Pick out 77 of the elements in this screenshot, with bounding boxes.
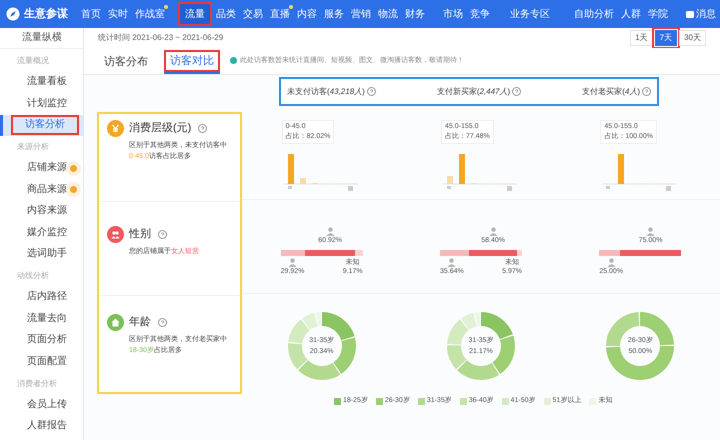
segment-label: 支付老买家(4人)	[582, 86, 640, 98]
sidebar-item[interactable]: 人群报告	[27, 418, 67, 434]
tab[interactable]: 访客分布	[98, 50, 154, 74]
period-button[interactable]: 1天	[630, 30, 653, 46]
tab[interactable]: 访客对比	[164, 50, 220, 74]
sidebar-item[interactable]: 会员上传	[27, 396, 67, 413]
sidebar-item[interactable]: 访客分析	[13, 117, 77, 134]
donut-chart-drawing	[286, 311, 357, 381]
nav-tab[interactable]: 人群	[618, 2, 644, 26]
help-icon	[512, 87, 522, 96]
nav-tab[interactable]: 物流	[375, 2, 401, 26]
info-icon	[230, 57, 237, 64]
donut-chart-drawing	[446, 311, 516, 381]
nav-tab[interactable]: 竞争	[467, 2, 493, 26]
unknown-segment	[355, 250, 363, 256]
nav-tab[interactable]: 作战室	[132, 2, 168, 26]
period-button[interactable]: 7天	[654, 30, 678, 46]
section-label: 消费者分析	[16, 378, 58, 390]
sidebar-item[interactable]: 页面分析	[27, 332, 67, 348]
nav-tab[interactable]: 市场	[440, 2, 466, 26]
nav-tab[interactable]: 直播	[267, 2, 293, 26]
nav-tab[interactable]: 自助分析	[571, 2, 617, 26]
date-range: 统计时间 2021-06-23 ~ 2021-06-29	[98, 32, 224, 44]
section-label: 动线分析	[16, 270, 50, 282]
help-icon	[158, 318, 167, 327]
male-icon	[447, 258, 456, 266]
section-label: 来源分析	[16, 141, 50, 153]
nav-tab[interactable]: 内容	[294, 2, 320, 26]
female-icon	[646, 226, 656, 236]
compass-icon	[6, 7, 20, 21]
sidebar-title: 流量纵横	[21, 30, 63, 45]
segment-label: 未支付访客(43,218人)	[287, 86, 365, 98]
nav-tab[interactable]: 学院	[645, 2, 671, 26]
nav-tab[interactable]: 业务专区	[507, 2, 553, 26]
sidebar-item[interactable]: 内容来源	[27, 203, 67, 220]
male-segment	[440, 250, 470, 256]
nav-tab[interactable]: 营销	[348, 2, 374, 26]
app-title: 生意参谋	[24, 6, 69, 22]
sidebar-item[interactable]: 页面配置	[27, 354, 67, 370]
dimension-title: 消费层级(元)	[129, 121, 192, 136]
sidebar-item[interactable]: 流量去向	[27, 310, 67, 327]
sidebar-item[interactable]: 媒介监控	[27, 224, 67, 241]
female-icon	[326, 226, 335, 236]
sidebar-item[interactable]: 计划监控	[27, 96, 67, 112]
nav-tab[interactable]: 实时	[105, 2, 131, 26]
nav-tab[interactable]: 首页	[78, 2, 104, 26]
help-icon	[642, 87, 651, 96]
sidebar-item[interactable]: 商品来源	[27, 182, 67, 198]
segment-label: 支付新买家(2,447人)	[436, 86, 510, 98]
male-icon	[606, 258, 616, 266]
female-icon	[488, 226, 498, 236]
period-button[interactable]: 30天	[679, 30, 706, 46]
male-segment	[599, 250, 620, 256]
messages-button[interactable]: 消息	[686, 4, 716, 24]
sidebar-item[interactable]: 店铺来源	[27, 160, 67, 176]
nav-tab[interactable]: 流量	[178, 2, 212, 26]
male-icon	[288, 258, 298, 266]
dimension-title: 性别	[129, 227, 151, 242]
nav-tab[interactable]: 服务	[321, 2, 347, 26]
chat-icon	[686, 10, 694, 18]
sidebar-item[interactable]: 店内路径	[27, 289, 67, 306]
sidebar-item[interactable]: 选词助手	[27, 246, 67, 262]
nav-tab[interactable]: 财务	[402, 2, 428, 26]
dimension-title: 年龄	[129, 315, 151, 330]
sidebar-item[interactable]: 流量看板	[27, 74, 67, 90]
unknown-segment	[517, 250, 522, 256]
female-segment	[305, 250, 356, 256]
nav-tab[interactable]: 品类	[213, 2, 239, 26]
female-segment	[469, 250, 518, 256]
section-label: 流量概况	[16, 55, 50, 67]
female-segment	[620, 250, 682, 256]
nav-tab[interactable]: 交易	[240, 2, 266, 26]
male-segment	[280, 250, 306, 256]
help-icon	[158, 230, 167, 239]
help-icon	[198, 124, 208, 133]
help-icon	[366, 87, 376, 96]
donut-chart-drawing	[605, 311, 676, 381]
